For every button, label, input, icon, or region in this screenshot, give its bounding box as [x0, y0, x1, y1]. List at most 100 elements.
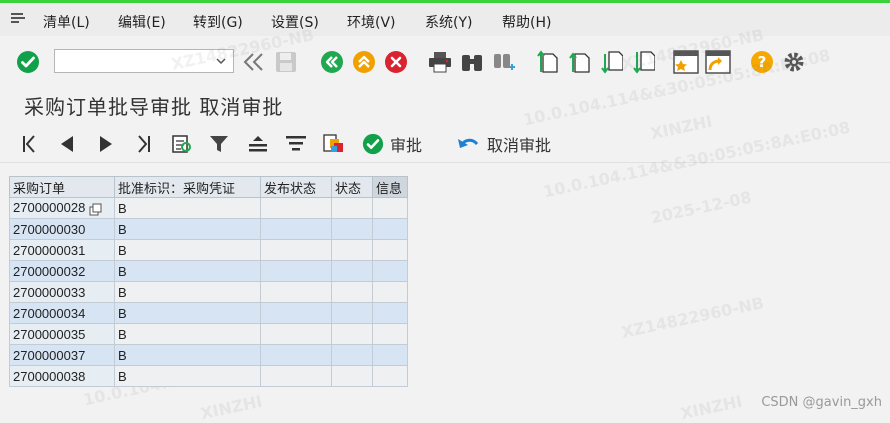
approval-flag-cell[interactable]: B [114, 197, 261, 219]
menu-icon[interactable] [10, 11, 26, 25]
collapse-command-button[interactable] [240, 48, 268, 76]
save-button[interactable] [272, 48, 300, 76]
table-row[interactable]: 2700000033 B [9, 281, 408, 303]
find-button[interactable] [458, 48, 486, 76]
last-row-button[interactable] [135, 131, 153, 157]
print-button[interactable] [426, 48, 454, 76]
approval-flag-cell[interactable]: B [114, 239, 261, 261]
status-cell[interactable] [331, 260, 373, 282]
find-next-button[interactable] [490, 48, 518, 76]
exit-button[interactable] [350, 48, 378, 76]
help-button[interactable]: ? [748, 48, 776, 76]
first-row-button[interactable] [20, 131, 38, 157]
approval-flag-cell[interactable]: B [114, 344, 261, 366]
status-cell[interactable] [331, 365, 373, 387]
po-number-cell[interactable]: 2700000032 [9, 260, 115, 282]
status-cell[interactable] [331, 197, 373, 219]
release-status-cell[interactable] [260, 218, 332, 240]
status-cell[interactable] [331, 218, 373, 240]
column-header-status[interactable]: 状态 [331, 176, 373, 198]
table-row[interactable]: 2700000028 B [9, 197, 408, 219]
next-page-button[interactable] [598, 48, 626, 76]
previous-page-button[interactable] [566, 48, 594, 76]
status-cell[interactable] [331, 281, 373, 303]
po-number-cell[interactable]: 2700000038 [9, 365, 115, 387]
shortcut-button[interactable] [704, 48, 732, 76]
table-row[interactable]: 2700000037 B [9, 344, 408, 366]
approval-flag-cell[interactable]: B [114, 218, 261, 240]
sort-descending-button[interactable] [284, 131, 308, 157]
po-number-cell[interactable]: 2700000031 [9, 239, 115, 261]
menu-settings[interactable]: 设置(S) [271, 12, 319, 32]
table-row[interactable]: 2700000035 B [9, 323, 408, 345]
status-cell[interactable] [331, 302, 373, 324]
approve-button[interactable]: 审批 [362, 131, 422, 157]
po-number-cell[interactable]: 2700000037 [9, 344, 115, 366]
info-cell[interactable] [372, 281, 408, 303]
column-header-release-status[interactable]: 发布状态 [260, 176, 332, 198]
cancel-button[interactable] [382, 48, 410, 76]
po-number-cell[interactable]: 2700000028 [9, 197, 115, 219]
approval-flag-cell[interactable]: B [114, 281, 261, 303]
filter-button[interactable] [208, 131, 230, 157]
release-status-cell[interactable] [260, 281, 332, 303]
cancel-icon [385, 51, 407, 73]
customize-layout-button[interactable] [780, 48, 808, 76]
previous-row-button[interactable] [57, 131, 77, 157]
po-number-cell[interactable]: 2700000030 [9, 218, 115, 240]
details-button[interactable] [171, 131, 193, 157]
release-status-cell[interactable] [260, 197, 332, 219]
menu-list[interactable]: 清单(L) [43, 12, 90, 32]
release-status-cell[interactable] [260, 365, 332, 387]
menu-edit[interactable]: 编辑(E) [118, 12, 166, 32]
status-cell[interactable] [331, 323, 373, 345]
approval-flag-cell[interactable]: B [114, 365, 261, 387]
back-button[interactable] [318, 48, 346, 76]
first-page-button[interactable] [534, 48, 562, 76]
release-status-cell[interactable] [260, 344, 332, 366]
export-button[interactable] [322, 131, 346, 157]
po-number-cell[interactable]: 2700000035 [9, 323, 115, 345]
table-row[interactable]: 2700000032 B [9, 260, 408, 282]
application-toolbar: 审批 取消审批 [0, 126, 890, 162]
sort-ascending-button[interactable] [246, 131, 270, 157]
menu-system[interactable]: 系统(Y) [425, 12, 472, 32]
approval-flag-cell[interactable]: B [114, 323, 261, 345]
table-row[interactable]: 2700000038 B [9, 365, 408, 387]
info-cell[interactable] [372, 260, 408, 282]
create-session-button[interactable] [672, 48, 700, 76]
approval-flag-cell[interactable]: B [114, 260, 261, 282]
release-status-cell[interactable] [260, 302, 332, 324]
command-input[interactable] [59, 51, 213, 73]
release-status-cell[interactable] [260, 239, 332, 261]
table-row[interactable]: 2700000031 B [9, 239, 408, 261]
info-cell[interactable] [372, 302, 408, 324]
info-cell[interactable] [372, 218, 408, 240]
menu-help[interactable]: 帮助(H) [502, 12, 551, 32]
menu-goto[interactable]: 转到(G) [193, 12, 243, 32]
next-row-button[interactable] [96, 131, 116, 157]
info-cell[interactable] [372, 239, 408, 261]
enter-button[interactable] [14, 48, 42, 76]
command-field[interactable] [54, 49, 234, 73]
info-cell[interactable] [372, 344, 408, 366]
info-cell[interactable] [372, 197, 408, 219]
table-row[interactable]: 2700000030 B [9, 218, 408, 240]
info-cell[interactable] [372, 323, 408, 345]
status-cell[interactable] [331, 344, 373, 366]
menu-environment[interactable]: 环境(V) [347, 12, 396, 32]
column-header-info[interactable]: 信息 [372, 176, 408, 198]
status-cell[interactable] [331, 239, 373, 261]
approval-flag-cell[interactable]: B [114, 302, 261, 324]
cancel-approve-button[interactable]: 取消审批 [457, 131, 551, 157]
last-page-button[interactable] [630, 48, 658, 76]
release-status-cell[interactable] [260, 323, 332, 345]
copy-icon [89, 203, 102, 216]
release-status-cell[interactable] [260, 260, 332, 282]
info-cell[interactable] [372, 365, 408, 387]
column-header-po[interactable]: 采购订单 [9, 176, 115, 198]
table-row[interactable]: 2700000034 B [9, 302, 408, 324]
po-number-cell[interactable]: 2700000034 [9, 302, 115, 324]
column-header-approval-flag[interactable]: 批准标识：采购凭证 [114, 176, 261, 198]
po-number-cell[interactable]: 2700000033 [9, 281, 115, 303]
